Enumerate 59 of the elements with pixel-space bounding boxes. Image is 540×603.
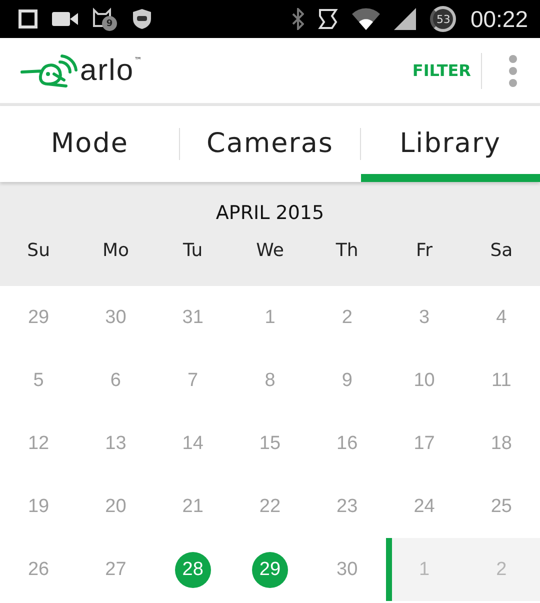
weekday-label: Su	[26, 240, 51, 261]
calendar-day[interactable]: 31	[174, 300, 211, 336]
video-camera-icon	[52, 11, 78, 27]
calendar-day[interactable]: 28	[174, 552, 211, 588]
calendar-day[interactable]: 22	[252, 488, 288, 524]
wifi-icon	[352, 8, 380, 30]
data-icon	[318, 8, 338, 30]
calendar-day[interactable]: 14	[174, 426, 211, 462]
calendar-day[interactable]: 20	[98, 488, 134, 524]
calendar-day[interactable]: 8	[252, 362, 288, 398]
calendar-day[interactable]: 2	[329, 300, 366, 336]
weekday-label: Mo	[101, 240, 130, 261]
calendar-day[interactable]: 7	[174, 362, 211, 398]
more-options-icon[interactable]	[508, 54, 518, 86]
bluetooth-icon	[292, 8, 304, 30]
calendar-day[interactable]: 12	[20, 426, 57, 462]
signal-icon	[394, 8, 416, 30]
calendar-day[interactable]: 26	[20, 552, 57, 588]
calendar-day[interactable]: 18	[483, 426, 520, 462]
calendar-day[interactable]: 4	[483, 300, 520, 336]
weekday-label: Sa	[489, 240, 514, 261]
bird-logo-icon	[20, 54, 78, 88]
calendar-day[interactable]: 5	[20, 362, 57, 398]
calendar-day[interactable]: 16	[329, 426, 366, 462]
month-title: APRIL 2015	[214, 201, 326, 226]
calendar-day[interactable]: 29	[252, 552, 288, 588]
calendar-day[interactable]: 17	[406, 426, 442, 462]
calendar-day[interactable]: 30	[329, 552, 366, 588]
shield-icon	[132, 8, 152, 30]
calendar-day[interactable]: 19	[20, 488, 57, 524]
calendar-day[interactable]: 30	[98, 300, 134, 336]
tab[interactable]: Mode	[0, 106, 180, 182]
calendar-day[interactable]: 1	[252, 300, 288, 336]
calendar-day[interactable]: 13	[98, 426, 134, 462]
calendar-day[interactable]: 27	[98, 552, 134, 588]
filter-button[interactable]: FILTER	[402, 52, 482, 88]
logo-text: arlo	[80, 54, 134, 88]
calendar-day[interactable]: 6	[98, 362, 134, 398]
square-icon	[18, 9, 38, 29]
calendar-day[interactable]: 9	[329, 362, 366, 398]
clock-time: 00:22	[470, 6, 528, 32]
weekday-label: Fr	[415, 240, 434, 261]
calendar-day[interactable]: 3	[406, 300, 442, 336]
calendar-day[interactable]: 11	[483, 362, 520, 398]
tab[interactable]: Library	[360, 106, 540, 182]
notification-count: 9	[102, 16, 117, 31]
weekday-label: Tu	[182, 240, 204, 261]
calendar-day[interactable]: 24	[406, 488, 442, 524]
weekday-label: Th	[334, 240, 360, 261]
battery-indicator: 53	[430, 6, 456, 32]
calendar-day[interactable]: 21	[174, 488, 211, 524]
trademark-mark: ™	[134, 56, 142, 65]
calendar-day[interactable]: 10	[406, 362, 442, 398]
calendar-day[interactable]: 29	[20, 300, 57, 336]
calendar-day[interactable]: 25	[483, 488, 520, 524]
weekday-label: We	[255, 240, 285, 261]
tab[interactable]: Cameras	[180, 106, 360, 182]
calendar-day[interactable]: 23	[329, 488, 366, 524]
calendar-day[interactable]: 15	[252, 426, 288, 462]
